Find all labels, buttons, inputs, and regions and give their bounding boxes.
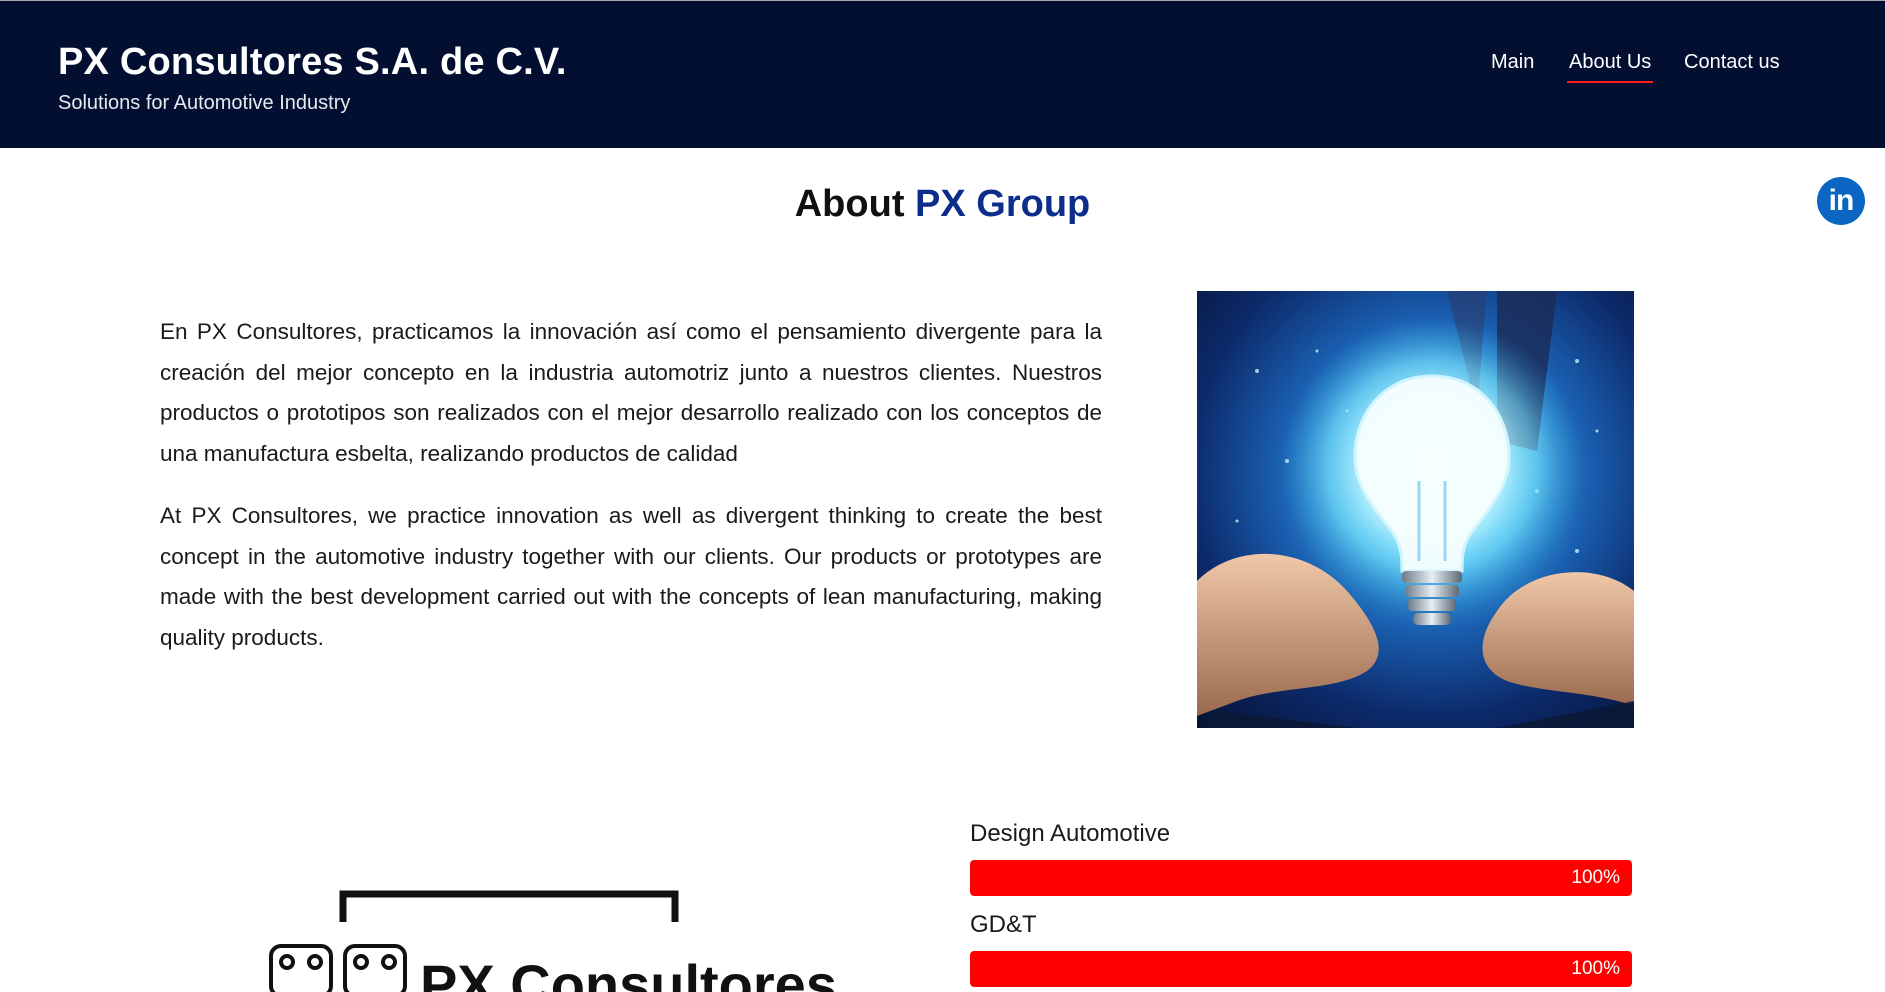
about-paragraph-spanish: En PX Consultores, practicamos la innova… [160, 319, 1102, 466]
page-title: About PX Group [0, 183, 1885, 226]
nav-item-about-us[interactable]: About Us [1566, 51, 1654, 83]
nav-item-contact-us[interactable]: Contact us [1684, 51, 1780, 74]
skill-progress-track: 100% [970, 860, 1632, 896]
page-title-prefix: About [794, 183, 905, 225]
about-paragraph-english: At PX Consultores, we practice innovatio… [160, 503, 1102, 650]
about-text: En PX Consultores, practicamos la innova… [160, 312, 1102, 658]
nav-item-main[interactable]: Main [1491, 51, 1534, 74]
skill-gdt: GD&T 100% [970, 911, 1632, 987]
site-tagline: Solutions for Automotive Industry [58, 92, 351, 114]
site-header: PX Consultores S.A. de C.V. Solutions fo… [0, 0, 1885, 148]
page-title-accent: PX Group [915, 183, 1091, 225]
px-consultores-logo: PX Consultores [265, 890, 885, 992]
lightbulb-hands-image [1197, 291, 1634, 728]
skill-progress-fill: 100% [970, 951, 1632, 987]
site-title[interactable]: PX Consultores S.A. de C.V. [58, 41, 567, 84]
logo-text: PX Consultores [420, 953, 837, 992]
skill-progress-track: 100% [970, 951, 1632, 987]
skill-label: GD&T [970, 911, 1037, 938]
lightbulb-illustration [1197, 291, 1634, 728]
skill-label: Design Automotive [970, 820, 1171, 847]
skill-design-automotive: Design Automotive 100% [970, 820, 1632, 896]
skill-progress-fill: 100% [970, 860, 1632, 896]
skill-value: 100% [1571, 958, 1620, 979]
skill-value: 100% [1571, 867, 1620, 888]
